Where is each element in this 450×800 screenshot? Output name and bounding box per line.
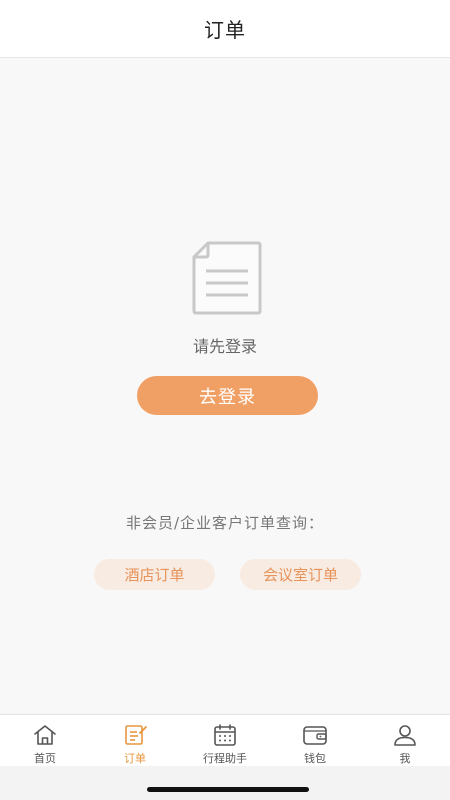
- tab-label: 钱包: [304, 752, 326, 765]
- go-login-button[interactable]: 去登录: [137, 376, 318, 415]
- tab-home[interactable]: 首页: [0, 715, 90, 767]
- tab-label: 订单: [124, 752, 146, 765]
- login-hint-text: 请先登录: [192, 337, 257, 356]
- tab-orders[interactable]: 订单: [90, 715, 180, 767]
- header-bar: 订单: [0, 0, 450, 58]
- guest-query-label: 非会员/企业客户订单查询：: [125, 514, 325, 532]
- tab-trip-assistant[interactable]: 行程助手: [180, 715, 270, 767]
- home-icon: [34, 725, 56, 745]
- document-icon: [192, 241, 262, 315]
- tab-wallet[interactable]: 钱包: [270, 715, 360, 767]
- page-title: 订单: [204, 18, 246, 42]
- order-icon: [125, 725, 147, 745]
- person-icon: [394, 725, 416, 746]
- tab-me[interactable]: 我: [360, 715, 450, 767]
- calendar-icon: [214, 724, 236, 746]
- tab-label: 我: [399, 752, 411, 765]
- bottom-tab-bar: 首页 订单 行程助手 钱包 我: [0, 714, 450, 767]
- hotel-order-button[interactable]: 酒店订单: [94, 559, 215, 590]
- tab-label: 行程助手: [203, 752, 247, 765]
- wallet-icon: [303, 726, 327, 745]
- home-indicator[interactable]: [147, 787, 309, 792]
- tab-label: 首页: [34, 752, 56, 765]
- meeting-room-order-button[interactable]: 会议室订单: [240, 559, 361, 590]
- home-indicator-area: [0, 766, 450, 800]
